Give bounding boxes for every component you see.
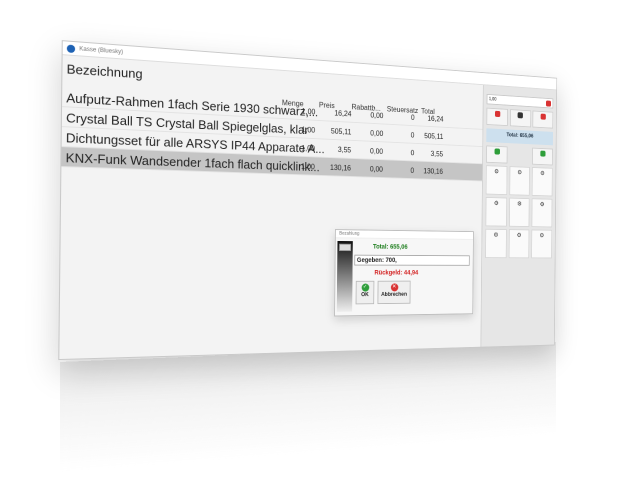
article-tile[interactable]: ⚙ bbox=[485, 228, 507, 259]
items-table: Bezeichnung Menge Preis Rabattb... Steue… bbox=[59, 55, 483, 359]
article-tile[interactable]: ⚙ bbox=[485, 165, 508, 196]
quantity-input[interactable]: 1,00 bbox=[486, 93, 554, 109]
row-tax: 0 bbox=[410, 131, 415, 140]
row-discount: 0,00 bbox=[369, 165, 383, 174]
row-price: 505,11 bbox=[330, 127, 352, 137]
article-tile[interactable]: ⚙ bbox=[508, 197, 530, 227]
app-icon bbox=[66, 44, 76, 53]
row-tax: 0 bbox=[410, 113, 415, 122]
pos-window: Kasse (Bluesky) Bezeichnung Menge Preis … bbox=[58, 40, 558, 361]
row-price: 16,24 bbox=[334, 109, 352, 119]
ok-button[interactable]: ✓ OK bbox=[355, 280, 375, 305]
card-button[interactable] bbox=[532, 147, 553, 166]
row-discount: 0,00 bbox=[370, 147, 384, 156]
row-tax: 0 bbox=[410, 148, 415, 158]
row-total: 3,55 bbox=[430, 149, 444, 159]
row-quantity: 1,00 bbox=[301, 125, 316, 135]
article-tile[interactable]: ⚙ bbox=[508, 229, 530, 259]
row-total: 130,16 bbox=[423, 167, 444, 176]
row-total: 16,24 bbox=[427, 114, 444, 124]
gear-icon: ⚙ bbox=[540, 170, 545, 177]
row-discount: 0,00 bbox=[370, 111, 384, 120]
sidebar: 1,00 Total: 655,06 ⚙ ⚙ ⚙ ⚙ ⚙ ⚙ ⚙ ⚙ ⚙ bbox=[480, 85, 557, 347]
discount-button[interactable] bbox=[532, 110, 554, 129]
row-total: 505,11 bbox=[424, 131, 444, 141]
row-price: 3,55 bbox=[337, 145, 352, 155]
close-icon: ✕ bbox=[390, 283, 398, 292]
dialog-total: Total: 655,06 bbox=[372, 244, 408, 251]
stage: Kasse (Bluesky) Bezeichnung Menge Preis … bbox=[0, 0, 640, 480]
row-tax: 0 bbox=[410, 166, 415, 175]
dialog-sidebar bbox=[336, 240, 353, 312]
gear-icon: ⚙ bbox=[494, 168, 499, 176]
main-content: Bezeichnung Menge Preis Rabattb... Steue… bbox=[59, 55, 557, 359]
gear-icon: ⚙ bbox=[539, 201, 545, 208]
gear-icon: ⚙ bbox=[517, 169, 523, 177]
print-button[interactable] bbox=[509, 109, 531, 128]
gear-icon: ⚙ bbox=[493, 232, 499, 239]
row-quantity: 1,00 bbox=[301, 143, 316, 153]
row-quantity: 1,00 bbox=[301, 162, 315, 172]
ok-button-label: OK bbox=[361, 292, 369, 298]
cancel-button-label: Abbrechen bbox=[381, 292, 407, 298]
clear-icon[interactable] bbox=[545, 100, 552, 107]
given-amount-input[interactable]: Gegeben: 700, bbox=[354, 254, 470, 266]
article-tile[interactable]: ⚙ bbox=[509, 166, 531, 196]
sidebar-total: Total: 655,06 bbox=[486, 128, 553, 146]
checkmark-icon: ✓ bbox=[361, 283, 369, 292]
printer-icon bbox=[517, 112, 523, 119]
sidebar-payment-row bbox=[486, 145, 553, 166]
article-tile[interactable]: ⚙ bbox=[532, 167, 553, 197]
delete-button[interactable] bbox=[486, 107, 508, 127]
gear-icon: ⚙ bbox=[493, 200, 499, 207]
change-amount: Rückgeld: 44,94 bbox=[374, 270, 419, 277]
gear-icon: ⚙ bbox=[539, 233, 545, 239]
row-price: 130,16 bbox=[329, 163, 352, 173]
quantity-input-value: 1,00 bbox=[488, 96, 497, 103]
keyboard-icon[interactable] bbox=[339, 243, 352, 252]
article-tile[interactable]: ⚙ bbox=[485, 197, 507, 227]
window-title: Kasse (Bluesky) bbox=[79, 45, 124, 56]
percent-icon bbox=[540, 113, 546, 120]
sidebar-action-row bbox=[486, 107, 554, 129]
gear-icon: ⚙ bbox=[517, 201, 522, 208]
article-tile[interactable]: ⚙ bbox=[531, 198, 553, 228]
gear-icon: ⚙ bbox=[516, 232, 522, 239]
cash-button[interactable] bbox=[486, 145, 508, 164]
row-quantity: 1,00 bbox=[301, 107, 316, 117]
window-reflection bbox=[60, 342, 556, 472]
row-discount: 0,00 bbox=[370, 129, 384, 138]
payment-dialog: Bezahlung Total: 655,06 Gegeben: 700, Rü… bbox=[334, 229, 474, 317]
cash-icon bbox=[494, 148, 500, 155]
card-icon bbox=[539, 150, 546, 157]
dialog-title: Bezahlung bbox=[335, 230, 474, 240]
trash-icon bbox=[494, 110, 500, 118]
article-tile[interactable]: ⚙ bbox=[531, 229, 553, 259]
cancel-button[interactable]: ✕ Abbrechen bbox=[377, 280, 411, 305]
article-grid: ⚙ ⚙ ⚙ ⚙ ⚙ ⚙ ⚙ ⚙ ⚙ bbox=[485, 165, 553, 259]
